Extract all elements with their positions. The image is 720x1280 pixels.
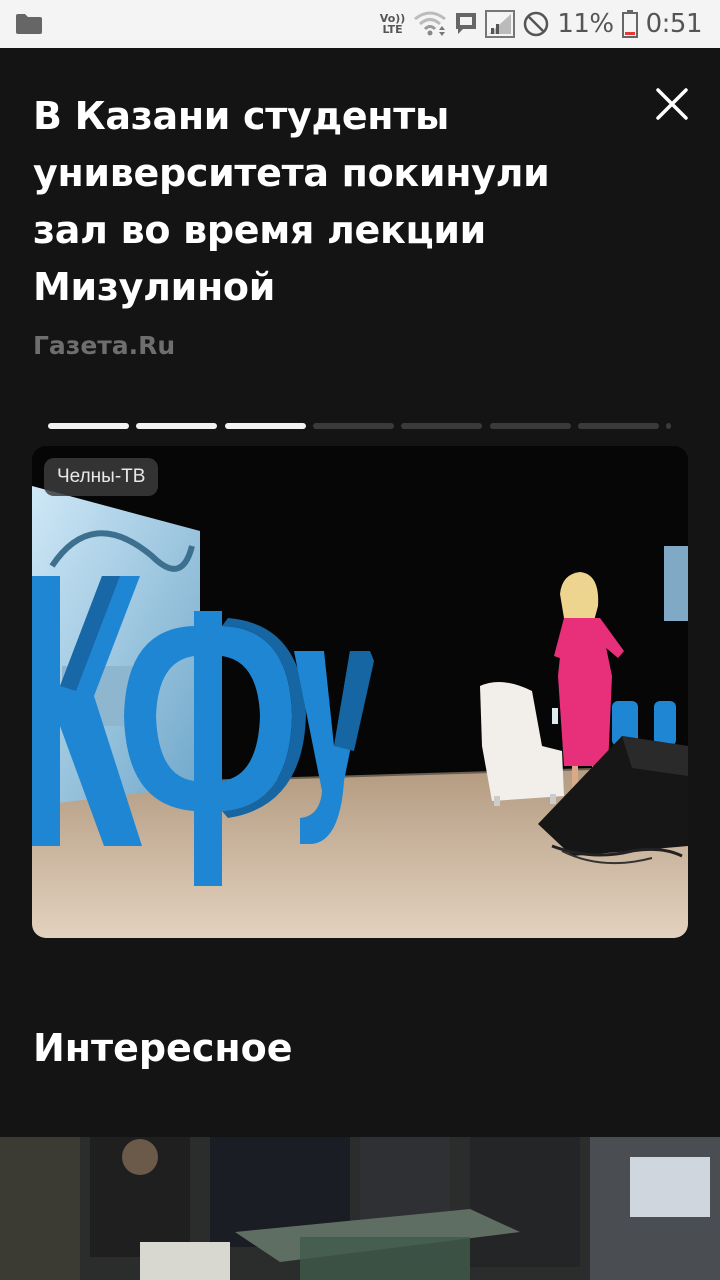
article-title[interactable]: В Казани студенты университета покинули … — [33, 88, 633, 316]
progress-segment — [489, 423, 571, 429]
progress-segment — [48, 423, 129, 429]
do-not-disturb-icon — [524, 11, 549, 37]
wifi-icon — [414, 11, 447, 36]
preview-image — [0, 1137, 720, 1280]
folder-icon — [16, 14, 42, 34]
progress-segment — [136, 423, 218, 429]
story-panel: В Казани студенты университета покинули … — [0, 48, 720, 1280]
photo-credit: Челны-ТВ — [44, 458, 159, 496]
section-title: Интересное — [33, 1026, 293, 1070]
signal-icon — [485, 10, 516, 38]
progress-segment — [577, 423, 659, 429]
article-photo[interactable]: Челны-ТВ — [32, 446, 688, 938]
progress-segment — [666, 423, 672, 429]
story-progress — [48, 423, 674, 429]
volte-indicator: Vo)) LTE — [379, 12, 406, 36]
progress-segment — [224, 423, 306, 429]
next-article-preview[interactable] — [0, 1137, 720, 1280]
article-source[interactable]: Газета.Ru — [33, 331, 175, 360]
progress-segment — [312, 423, 394, 429]
message-icon — [456, 13, 477, 34]
progress-segment — [401, 423, 483, 429]
battery-percent: 11% — [557, 9, 614, 39]
battery-icon — [621, 10, 638, 38]
clock: 0:51 — [645, 9, 703, 39]
stage-photo — [32, 446, 688, 938]
close-icon[interactable] — [652, 84, 692, 124]
status-bar: Vo)) LTE 11% 0:51 — [0, 0, 720, 48]
